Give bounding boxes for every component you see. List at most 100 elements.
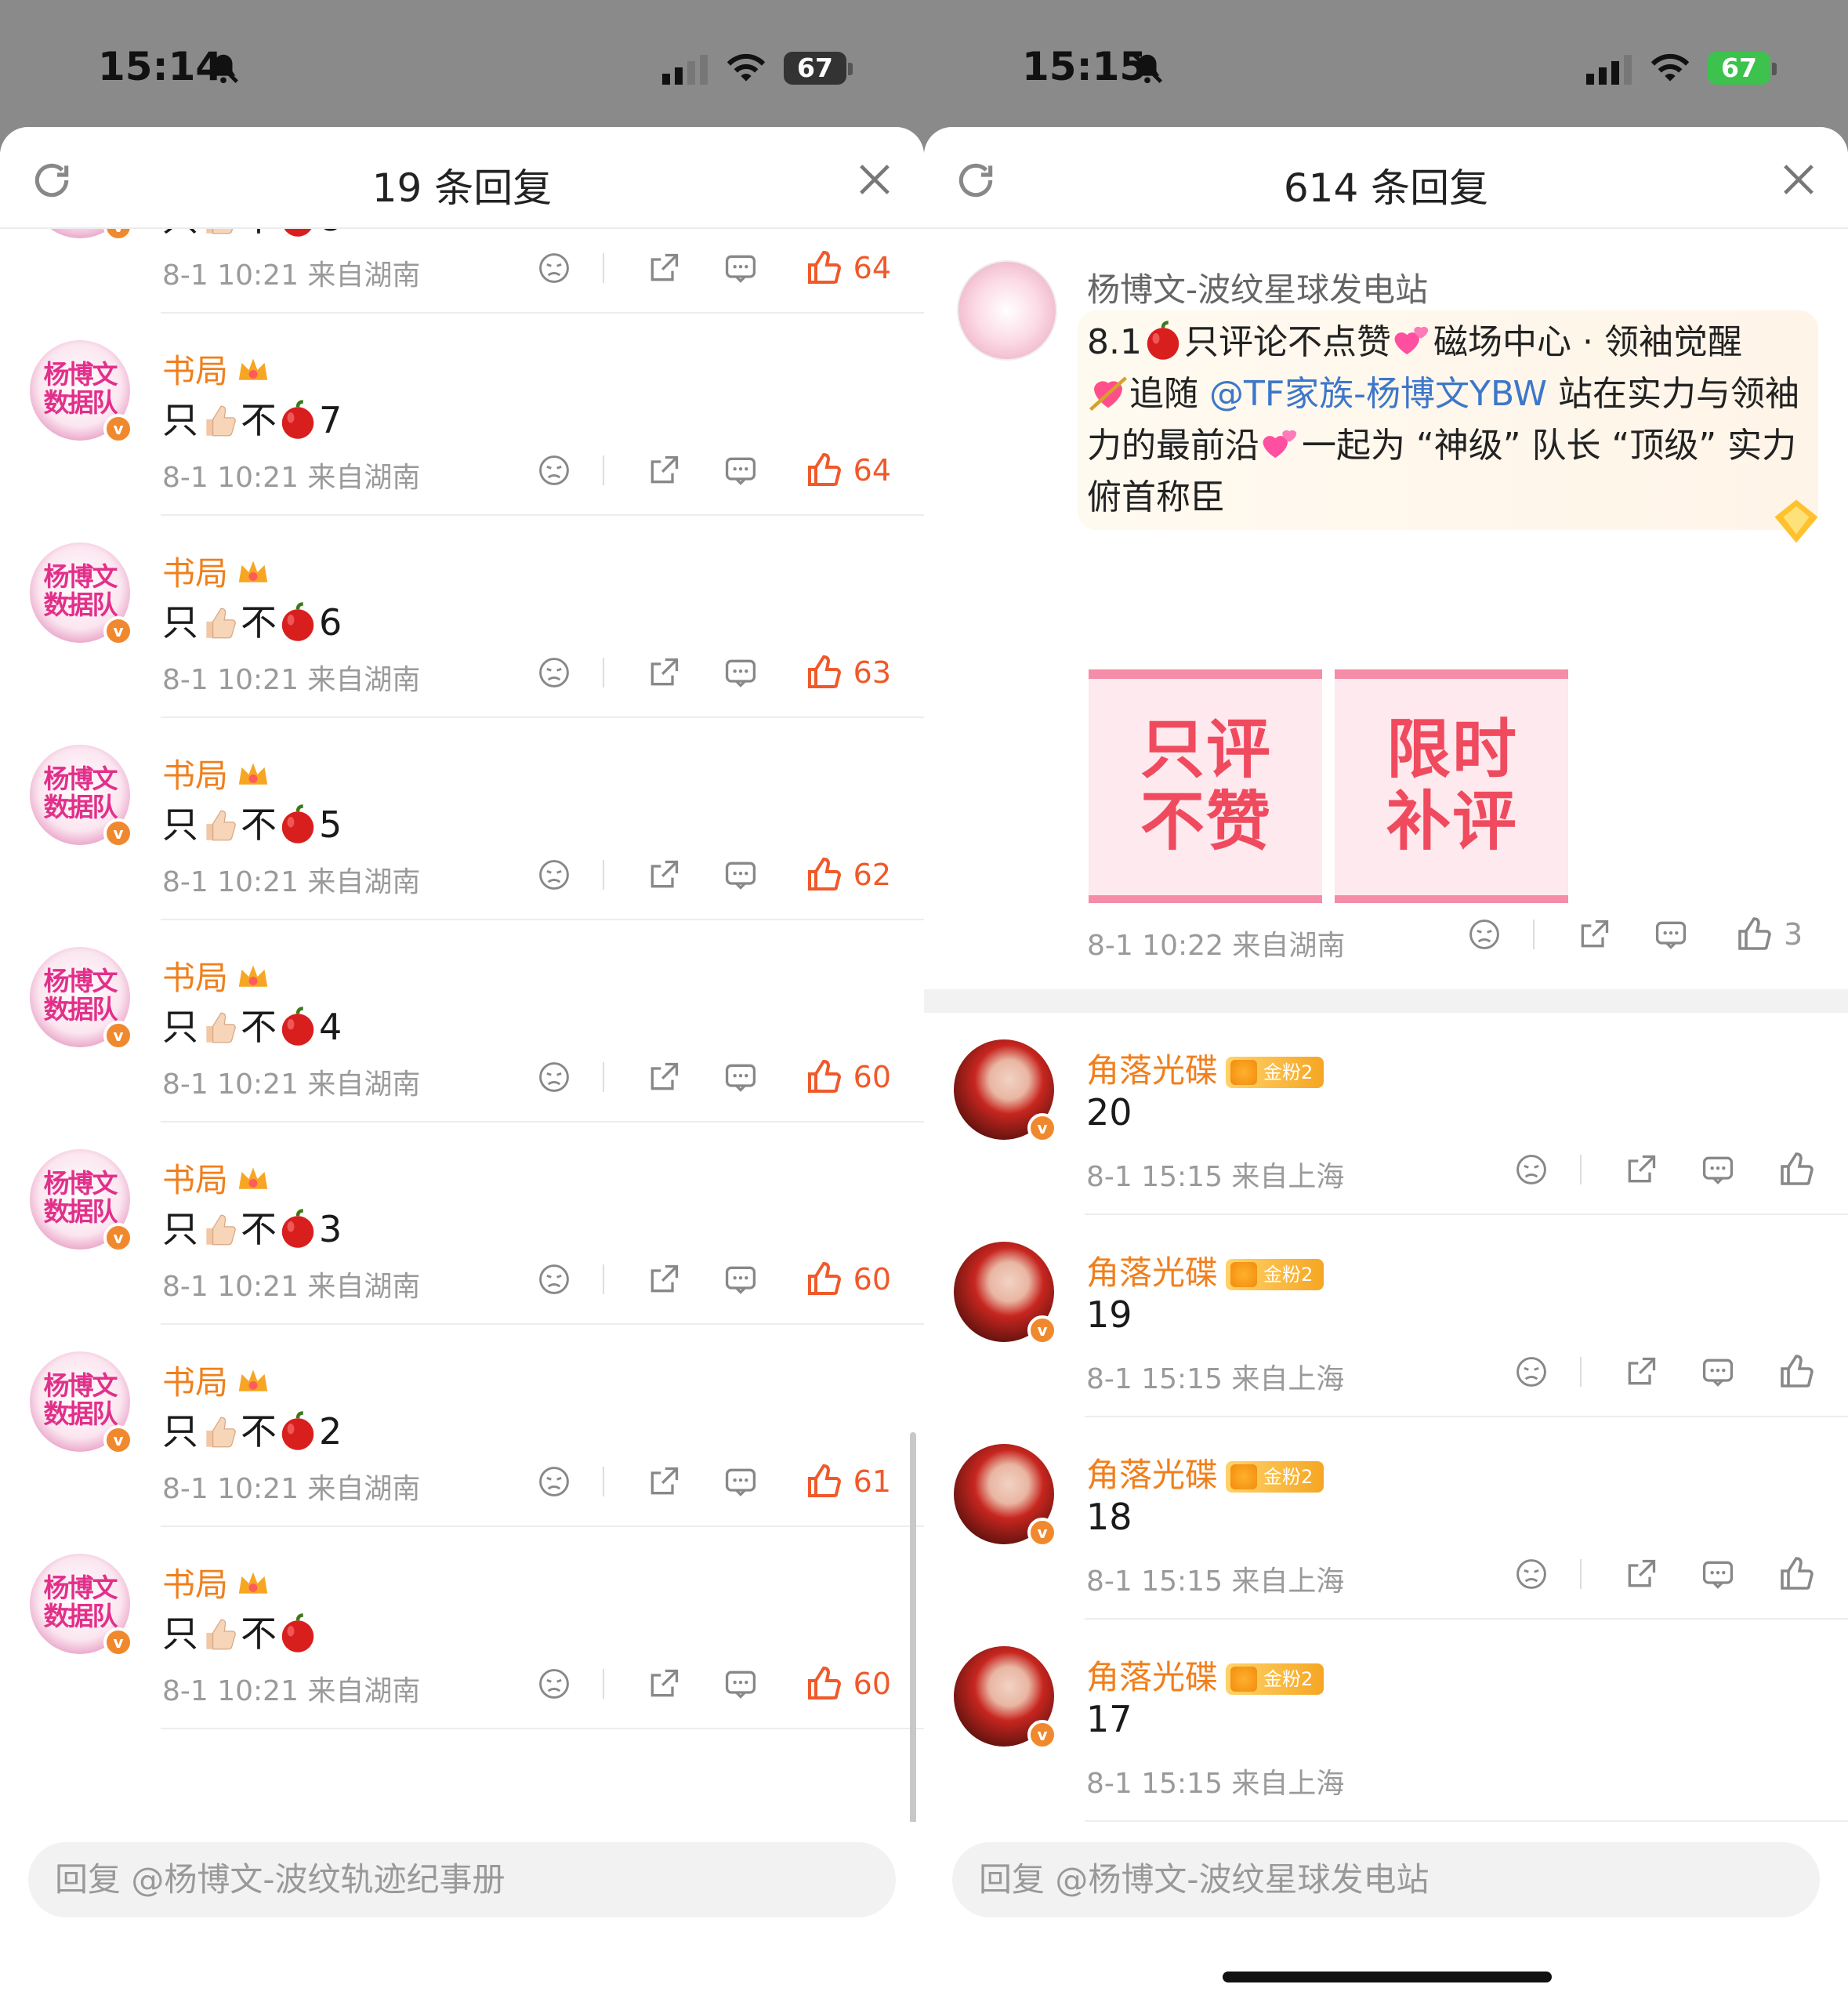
comment-list[interactable]: 杨博文数据队 v 书局 只不8 8-1 10:21 来自湖南 64 杨博文数据队… — [0, 229, 924, 1822]
commenter-name[interactable]: 角落光碟 — [1086, 1456, 1218, 1494]
dislike-face-icon[interactable] — [537, 1464, 571, 1499]
comment-list[interactable]: v 角落光碟 金粉2 20 8-1 15:15 来自上海 v 角落光碟 金粉2 19… — [924, 1013, 1848, 1822]
comment-icon[interactable] — [723, 1060, 758, 1094]
avatar[interactable]: 杨博文数据队 v — [30, 947, 133, 1050]
avatar[interactable]: 杨博文数据队 v — [30, 1554, 133, 1657]
dislike-face-icon[interactable] — [537, 1667, 571, 1701]
commenter-name[interactable]: 角落光碟 — [1086, 1658, 1218, 1696]
share-icon[interactable] — [1624, 1557, 1658, 1591]
comment-item[interactable]: v 角落光碟 金粉2 19 8-1 15:15 来自上海 — [924, 1215, 1848, 1417]
commenter-name[interactable]: 书局 — [162, 554, 228, 593]
like-button[interactable]: 62 — [805, 856, 891, 894]
like-button[interactable]: 60 — [805, 1261, 891, 1298]
share-icon[interactable] — [647, 453, 681, 488]
commenter-name[interactable]: 书局 — [162, 756, 228, 795]
reply-input[interactable]: 回复 @杨博文-波纹轨迹纪事册 — [28, 1842, 896, 1917]
dislike-face-icon[interactable] — [1467, 917, 1502, 952]
like-button[interactable]: 64 — [805, 249, 891, 287]
avatar[interactable]: 杨博文数据队 v — [30, 1149, 133, 1253]
thumbs-up-icon[interactable] — [1777, 1151, 1815, 1188]
battery-cap — [1772, 63, 1777, 75]
like-button[interactable]: 60 — [805, 1665, 891, 1703]
post-image-2[interactable]: 限时补评 — [1335, 669, 1568, 903]
share-icon[interactable] — [647, 1060, 681, 1094]
comment-item[interactable]: 杨博文数据队 v 书局 只不4 8-1 10:21 来自湖南 60 — [0, 920, 924, 1123]
dislike-face-icon[interactable] — [537, 858, 571, 892]
author-avatar[interactable] — [957, 260, 1057, 361]
like-button[interactable]: 63 — [805, 654, 891, 691]
avatar[interactable]: v — [954, 1444, 1057, 1547]
avatar[interactable]: 杨博文数据队 v — [30, 745, 133, 848]
comment-icon[interactable] — [723, 655, 758, 690]
dislike-face-icon[interactable] — [537, 1060, 571, 1094]
home-indicator[interactable] — [1223, 1972, 1552, 1982]
comment-item[interactable]: 杨博文数据队 v 书局 只不8 8-1 10:21 来自湖南 64 — [0, 229, 924, 314]
avatar[interactable]: 杨博文数据队 v — [30, 542, 133, 646]
share-icon[interactable] — [647, 1667, 681, 1701]
comment-item[interactable]: 杨博文数据队 v 书局 只不2 8-1 10:21 来自湖南 61 — [0, 1325, 924, 1527]
commenter-name[interactable]: 角落光碟 — [1086, 1051, 1218, 1090]
comment-item[interactable]: 杨博文数据队 v 书局 只不7 8-1 10:21 来自湖南 64 — [0, 314, 924, 516]
avatar[interactable]: 杨博文数据队 v — [30, 229, 133, 241]
comment-actions — [1472, 1148, 1815, 1192]
like-button[interactable]: 60 — [805, 1058, 891, 1096]
dislike-face-icon[interactable] — [1514, 1355, 1549, 1389]
reply-input[interactable]: 回复 @杨博文-波纹星球发电站 — [952, 1842, 1820, 1917]
comment-item[interactable]: 杨博文数据队 v 书局 只不 8-1 10:21 来自湖南 60 — [0, 1527, 924, 1729]
dislike-face-icon[interactable] — [537, 655, 571, 690]
close-icon[interactable] — [1781, 161, 1817, 198]
comment-item[interactable]: v 角落光碟 金粉2 18 8-1 15:15 来自上海 — [924, 1417, 1848, 1620]
share-icon[interactable] — [1624, 1355, 1658, 1389]
mention-link[interactable]: @TF家族-杨博文YBW — [1209, 374, 1547, 414]
thumbs-up-icon[interactable] — [1777, 1555, 1815, 1593]
like-button[interactable]: 61 — [805, 1463, 891, 1500]
comment-icon[interactable] — [723, 1464, 758, 1499]
dislike-face-icon[interactable] — [537, 453, 571, 488]
commenter-name[interactable]: 角落光碟 — [1086, 1253, 1218, 1292]
comment-item[interactable]: 杨博文数据队 v 书局 只不3 8-1 10:21 来自湖南 60 — [0, 1123, 924, 1325]
comment-icon[interactable] — [723, 251, 758, 285]
comment-icon[interactable] — [1701, 1557, 1735, 1591]
comment-icon[interactable] — [1701, 1152, 1735, 1187]
avatar[interactable]: v — [954, 1039, 1057, 1143]
dislike-face-icon[interactable] — [537, 251, 571, 285]
comment-item[interactable]: 杨博文数据队 v 书局 只不6 8-1 10:21 来自湖南 63 — [0, 516, 924, 718]
dislike-face-icon[interactable] — [1514, 1152, 1549, 1187]
commenter-name[interactable]: 书局 — [162, 1363, 228, 1402]
comment-item[interactable]: v 角落光碟 金粉2 17 8-1 15:15 来自上海 — [924, 1620, 1848, 1822]
commenter-name[interactable]: 书局 — [162, 1565, 228, 1604]
share-icon[interactable] — [647, 251, 681, 285]
comment-icon[interactable] — [723, 1667, 758, 1701]
commenter-name[interactable]: 书局 — [162, 352, 228, 390]
thumbs-up-icon[interactable] — [1777, 1353, 1815, 1391]
avatar[interactable]: v — [954, 1646, 1057, 1750]
share-icon[interactable] — [647, 1262, 681, 1297]
dislike-face-icon[interactable] — [1514, 1557, 1549, 1591]
avatar[interactable]: v — [954, 1242, 1057, 1345]
comment-item[interactable]: v 角落光碟 金粉2 20 8-1 15:15 来自上海 — [924, 1013, 1848, 1215]
like-button[interactable]: 3 — [1735, 916, 1817, 953]
like-button[interactable]: 64 — [805, 452, 891, 489]
comment-icon[interactable] — [723, 1262, 758, 1297]
share-icon[interactable] — [1624, 1152, 1658, 1187]
share-icon[interactable] — [1577, 917, 1611, 952]
comment-icon[interactable] — [723, 453, 758, 488]
comment-item[interactable]: 杨博文数据队 v 书局 只不5 8-1 10:21 来自湖南 62 — [0, 718, 924, 920]
thumbs-up-icon — [1738, 917, 1771, 950]
comment-icon[interactable] — [1654, 917, 1688, 952]
avatar[interactable]: 杨博文数据队 v — [30, 1351, 133, 1455]
share-icon[interactable] — [647, 655, 681, 690]
comment-icon[interactable] — [723, 858, 758, 892]
comment-actions — [1472, 1552, 1815, 1596]
post-image-1[interactable]: 只评不赞 — [1089, 669, 1322, 903]
dislike-face-icon[interactable] — [537, 1262, 571, 1297]
commenter-name[interactable]: 书局 — [162, 959, 228, 997]
share-icon[interactable] — [647, 858, 681, 892]
close-icon[interactable] — [857, 161, 893, 198]
comment-icon[interactable] — [1701, 1355, 1735, 1389]
comment-meta: 8-1 10:21 来自湖南 — [162, 866, 421, 898]
commenter-name[interactable]: 书局 — [162, 1161, 228, 1199]
author-name[interactable]: 杨博文-波纹星球发电站 — [1087, 263, 1428, 311]
share-icon[interactable] — [647, 1464, 681, 1499]
avatar[interactable]: 杨博文数据队 v — [30, 340, 133, 444]
